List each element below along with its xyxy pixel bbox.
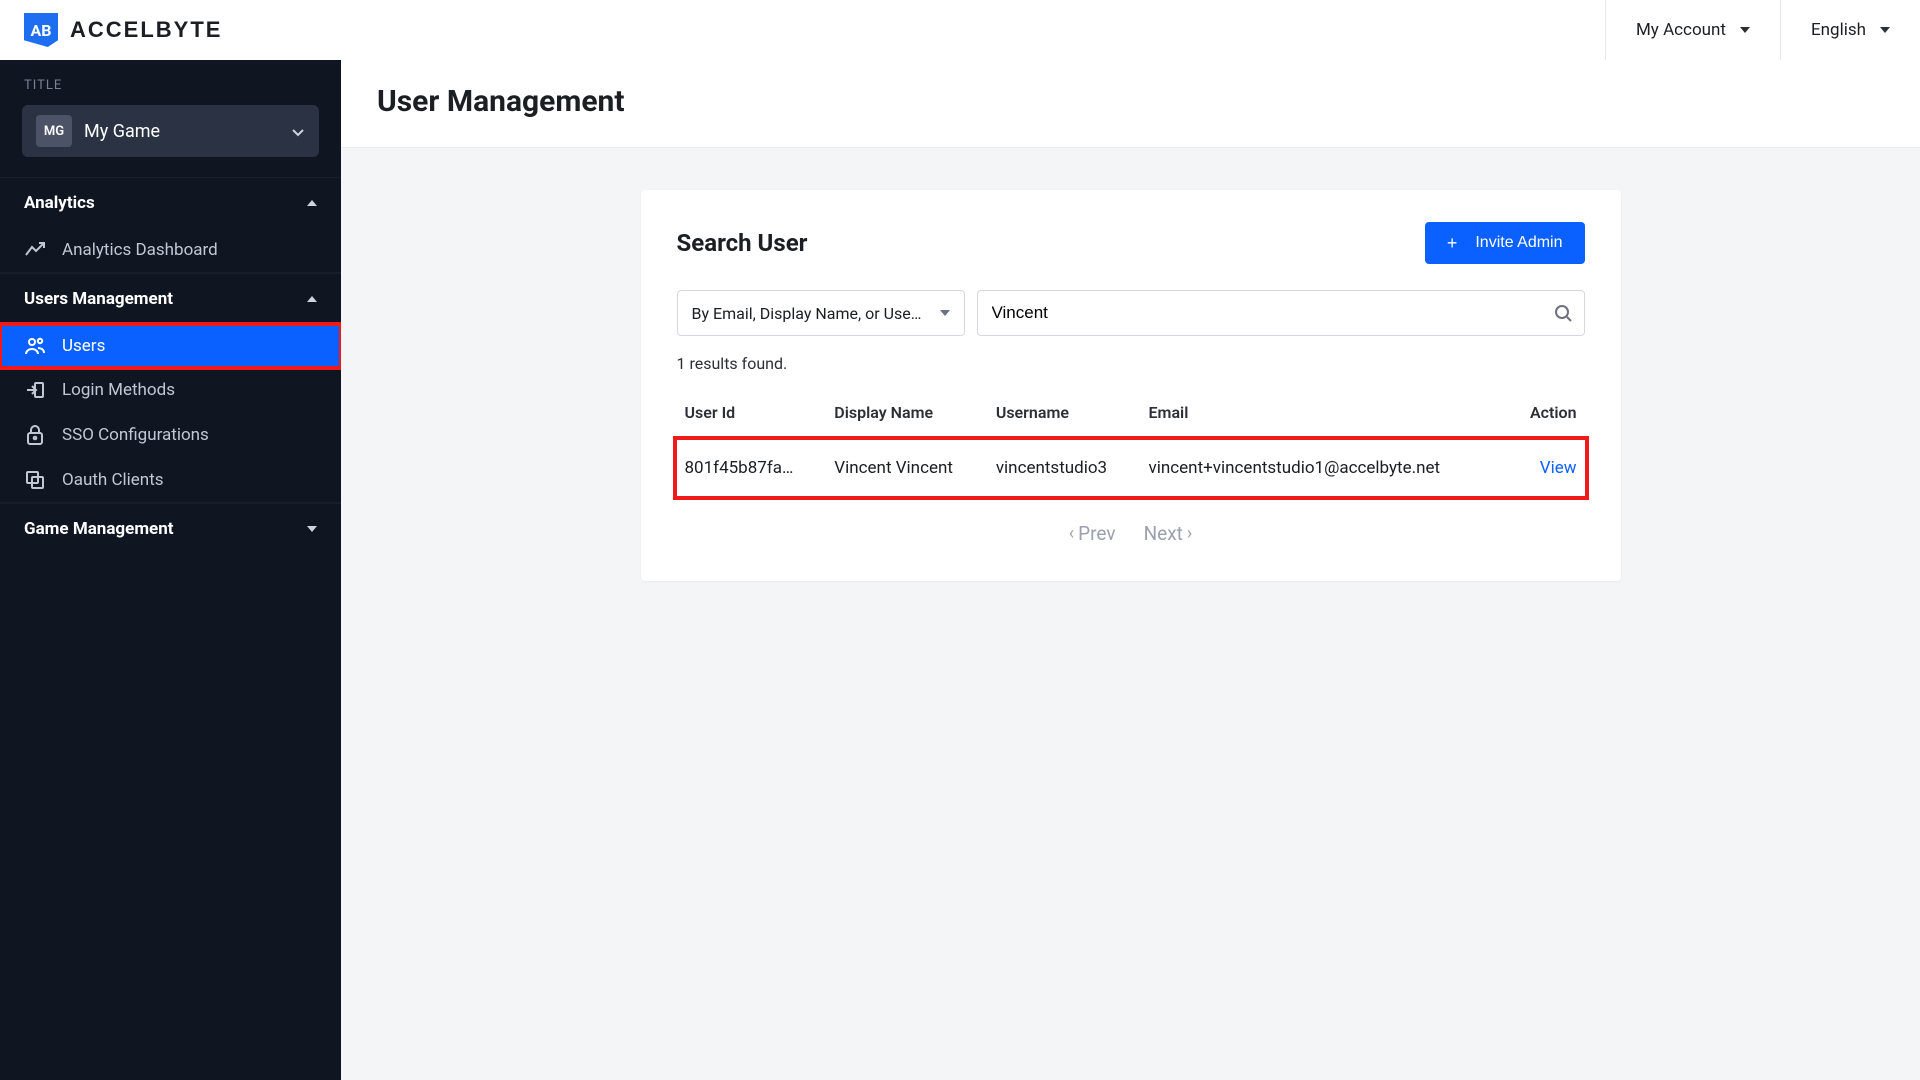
login-icon <box>24 380 46 400</box>
section-label: Users Management <box>24 289 173 309</box>
pager-prev[interactable]: ‹ Prev <box>1069 522 1116 545</box>
page-header: User Management <box>341 60 1920 148</box>
search-user-card: Search User + Invite Admin By Email, Dis… <box>641 190 1621 581</box>
col-username: Username <box>988 391 1141 440</box>
chevron-up-icon <box>307 296 317 302</box>
sidebar-item-sso-config[interactable]: SSO Configurations <box>0 412 341 458</box>
view-link[interactable]: View <box>1540 458 1577 478</box>
language-label: English <box>1811 20 1866 40</box>
main: User Management Search User + Invite Adm… <box>341 60 1920 1080</box>
sidebar-item-users[interactable]: Users <box>0 324 341 368</box>
apps-icon <box>24 470 46 490</box>
brand-logo-icon: AB <box>24 13 58 47</box>
topbar: AB ACCELBYTE My Account English <box>0 0 1920 60</box>
results-count: 1 results found. <box>677 354 1585 373</box>
page-title: User Management <box>377 84 1884 119</box>
language-menu[interactable]: English <box>1780 0 1920 60</box>
cell-username: vincentstudio3 <box>988 440 1141 496</box>
search-filter-select[interactable]: By Email, Display Name, or Use… <box>677 290 965 336</box>
chevron-left-icon: ‹ <box>1069 523 1074 544</box>
chevron-down-icon <box>291 122 305 141</box>
users-icon <box>24 336 46 356</box>
sidebar-item-label: Analytics Dashboard <box>62 240 218 260</box>
sidebar-item-label: SSO Configurations <box>62 425 209 445</box>
sidebar-item-oauth-clients[interactable]: Oauth Clients <box>0 458 341 503</box>
trend-icon <box>24 241 46 259</box>
section-label: Analytics <box>24 193 95 213</box>
chevron-down-icon <box>1880 27 1890 33</box>
title-chip: MG <box>36 115 72 147</box>
topbar-right: My Account English <box>1605 0 1920 60</box>
search-icon <box>1554 304 1572 322</box>
chevron-down-icon <box>307 526 317 532</box>
my-account-menu[interactable]: My Account <box>1605 0 1780 60</box>
section-users-management[interactable]: Users Management <box>0 273 341 324</box>
pager-prev-label: Prev <box>1078 522 1115 545</box>
search-input-wrap <box>977 290 1585 336</box>
col-display-name: Display Name <box>826 391 988 440</box>
sidebar-item-label: Oauth Clients <box>62 470 164 490</box>
section-label: Game Management <box>24 519 174 539</box>
title-name: My Game <box>84 121 279 142</box>
chevron-down-icon <box>1740 27 1750 33</box>
pager-next[interactable]: Next › <box>1144 522 1193 545</box>
invite-admin-label: Invite Admin <box>1475 234 1562 252</box>
sidebar-item-analytics-dashboard[interactable]: Analytics Dashboard <box>0 228 341 273</box>
section-analytics[interactable]: Analytics <box>0 177 341 228</box>
sidebar-title-label: TITLE <box>0 78 341 93</box>
sidebar-item-login-methods[interactable]: Login Methods <box>0 368 341 412</box>
cell-email: vincent+vincentstudio1@accelbyte.net <box>1141 440 1510 496</box>
chevron-down-icon <box>940 310 950 316</box>
search-filter-value: By Email, Display Name, or Use… <box>692 304 922 323</box>
col-action: Action <box>1509 391 1584 440</box>
search-input[interactable] <box>992 291 1554 335</box>
col-email: Email <box>1141 391 1510 440</box>
title-select[interactable]: MG My Game <box>22 105 319 157</box>
table-row: 801f45b87fa… Vincent Vincent vincentstud… <box>677 440 1585 496</box>
pager: ‹ Prev Next › <box>677 522 1585 545</box>
chevron-right-icon: › <box>1187 523 1192 544</box>
my-account-label: My Account <box>1636 20 1726 40</box>
chevron-up-icon <box>307 200 317 206</box>
plus-icon: + <box>1447 234 1458 252</box>
sidebar-item-label: Login Methods <box>62 380 175 400</box>
invite-admin-button[interactable]: + Invite Admin <box>1425 222 1585 264</box>
card-title: Search User <box>677 229 808 257</box>
sidebar-item-label: Users <box>62 336 105 356</box>
brand-name: ACCELBYTE <box>70 17 222 43</box>
cell-user-id: 801f45b87fa… <box>677 440 827 496</box>
pager-next-label: Next <box>1144 522 1183 545</box>
lock-icon <box>24 424 46 446</box>
section-game-management[interactable]: Game Management <box>0 503 341 554</box>
brand: AB ACCELBYTE <box>24 13 222 47</box>
cell-display-name: Vincent Vincent <box>826 440 988 496</box>
results-table: User Id Display Name Username Email Acti… <box>677 391 1585 496</box>
col-user-id: User Id <box>677 391 827 440</box>
sidebar: TITLE MG My Game Analytics Analytics Das… <box>0 60 341 1080</box>
